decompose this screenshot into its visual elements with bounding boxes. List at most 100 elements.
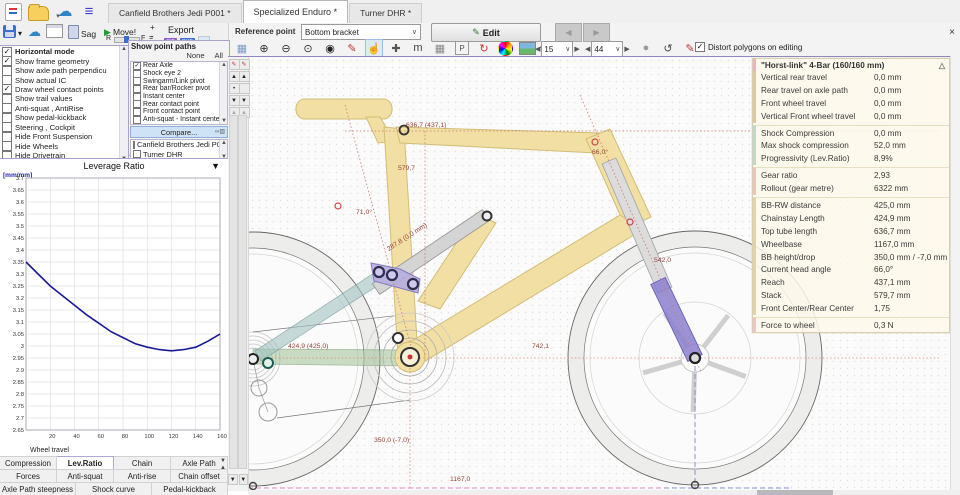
checkbox[interactable] <box>133 77 141 85</box>
next-button[interactable]: ▶ <box>583 23 610 42</box>
scroll-down-icon[interactable]: ▼ <box>228 474 238 485</box>
checkbox[interactable] <box>133 100 141 108</box>
display-option-hide-wheels[interactable]: Hide Wheels <box>0 141 128 150</box>
analysis-tab-pedal-kickback[interactable]: Pedal-kickback <box>152 482 228 495</box>
options-scrollbar[interactable]: ▲▼ <box>119 46 128 162</box>
travel-spinner[interactable]: ◀ 44∨ ▶ <box>585 41 630 57</box>
snapshot-icon[interactable]: ● <box>637 39 655 57</box>
nudge-center-icon[interactable] <box>239 83 250 94</box>
cloud-upload-icon[interactable]: ☁ <box>56 3 74 19</box>
checkbox[interactable] <box>133 108 141 116</box>
spin-right-icon[interactable]: ▶ <box>574 45 579 53</box>
display-option-show-actual-ic[interactable]: Show actual IC <box>0 75 128 84</box>
horizontal-scrollbar[interactable] <box>248 490 960 495</box>
point-path-rear-contact-point[interactable]: Rear contact point <box>131 100 227 108</box>
move-icon[interactable]: ✚ <box>387 39 405 57</box>
scroll-down-icon[interactable]: ▼ <box>239 474 249 485</box>
checkbox[interactable] <box>2 75 12 84</box>
analysis-tab-shock-curve[interactable]: Shock curve <box>76 482 152 495</box>
edit-point-icon[interactable]: ✎ <box>239 59 250 70</box>
tab-specialized-enduro[interactable]: Specialized Enduro * <box>243 0 349 23</box>
nudge-up-icon[interactable]: ▲ <box>239 71 250 82</box>
compare-button[interactable]: Compare... ∞▨ <box>130 126 228 138</box>
checkbox[interactable] <box>133 70 141 78</box>
new-file-icon[interactable] <box>5 3 22 21</box>
point-path-swingarm-link-pivot[interactable]: Swingarm/Link pivot <box>131 77 227 85</box>
checkbox[interactable]: ✓ <box>2 47 12 56</box>
checkbox[interactable]: ✓ <box>133 62 141 70</box>
scroll-up-icon[interactable]: ▲ <box>221 62 227 68</box>
none-button[interactable]: None <box>186 51 204 60</box>
analysis-tab-anti-rise[interactable]: Anti-rise <box>114 469 171 482</box>
refresh-icon[interactable]: ↻ <box>475 39 493 57</box>
checkbox[interactable] <box>2 66 12 75</box>
spin-left-icon[interactable]: ◀ <box>585 45 590 53</box>
nudge-down-icon[interactable]: ▼ <box>239 95 250 106</box>
point-path-front-contact-point[interactable]: Front contact point <box>131 108 227 116</box>
display-option-anti-squat-antirise[interactable]: Anti-squat , AntiRise <box>0 104 128 113</box>
checkbox[interactable] <box>2 113 12 122</box>
rotate-icon[interactable]: ↺ <box>659 39 677 57</box>
chainstay[interactable] <box>253 349 414 366</box>
save-icon[interactable] <box>3 25 16 38</box>
display-option-hide-front-suspension[interactable]: Hide Front Suspension <box>0 132 128 141</box>
scrollbar-thumb[interactable] <box>757 490 833 495</box>
open-folder-icon[interactable] <box>28 6 49 21</box>
save-dropdown-icon[interactable]: ▾ <box>18 29 22 38</box>
analysis-tab-forces[interactable]: Forces <box>0 469 57 482</box>
point-path-rear-axle[interactable]: ✓Rear Axle <box>131 62 227 70</box>
analysis-tab-axle-path-steepness[interactable]: Axle Path steepness <box>0 482 76 495</box>
checkbox[interactable]: ✓ <box>2 56 12 65</box>
linkage-canfield-brothers-jedi-p001[interactable]: Canfield Brothers Jedi P001 <box>131 140 227 150</box>
point-path-shock-eye-2[interactable]: Shock eye 2 <box>131 70 227 78</box>
analysis-tab-chain[interactable]: Chain <box>114 456 171 469</box>
display-option-show-pedal-kickback[interactable]: Show pedal-kickback <box>0 113 128 122</box>
small-grid-icon[interactable]: ▦ <box>431 39 449 57</box>
checkbox[interactable] <box>2 141 12 150</box>
distort-checkbox[interactable]: ✓ Distort polygons on editing <box>695 42 802 52</box>
cloud-upload-icon[interactable]: ☁ <box>28 24 41 40</box>
checkbox[interactable] <box>133 93 141 101</box>
flag-p-icon[interactable]: P <box>455 41 469 55</box>
scroll-down-icon[interactable]: ▼ <box>221 118 227 124</box>
spin-right-icon[interactable]: ▶ <box>624 45 629 53</box>
display-option-steering-cockpit[interactable]: Steering , Cockpit <box>0 123 128 132</box>
zoom-window-icon[interactable]: ◉ <box>321 39 339 57</box>
zoom-reset-icon[interactable]: ⊙ <box>299 39 317 57</box>
collapse-panel-icon[interactable]: △ <box>939 61 945 70</box>
checkbox[interactable] <box>133 141 135 149</box>
point-path-rear-bar-rocker-pivot[interactable]: Rear bar/Rocker pivot <box>131 85 227 93</box>
chart-dropdown-icon[interactable]: ▼ <box>211 161 220 171</box>
zoom-out-icon[interactable]: ⊖ <box>277 39 295 57</box>
pan-hand-icon[interactable]: ☝ <box>365 39 383 57</box>
prev-button[interactable]: ◀ <box>555 23 582 42</box>
tab-turner-dhr[interactable]: Turner DHR * <box>349 3 422 23</box>
checkbox[interactable]: ✓ <box>2 85 12 94</box>
tab-scroll-arrows[interactable]: ▼▲ <box>218 458 228 472</box>
checkbox[interactable] <box>2 104 12 113</box>
reference-point-select[interactable]: Bottom bracket∨ <box>301 24 421 40</box>
point-path-anti-squat-instant-center[interactable]: Anti-squat - Instant center <box>131 116 227 124</box>
close-icon[interactable]: × <box>949 27 955 38</box>
travel-slider-front[interactable] <box>238 115 247 469</box>
point-paths-scrollbar[interactable]: ▲▼ <box>219 62 227 124</box>
palette-icon[interactable] <box>498 41 513 56</box>
point-path-instant-center[interactable]: Instant center <box>131 93 227 101</box>
notes-icon[interactable] <box>68 25 79 39</box>
zoom-level-spinner[interactable]: ◀ 15∨ ▶ <box>535 41 580 57</box>
analysis-tab-compression[interactable]: Compression <box>0 456 57 469</box>
scroll-up-icon[interactable]: ▲ <box>221 140 227 146</box>
checkbox[interactable] <box>133 116 141 124</box>
display-option-draw-wheel-contact-points[interactable]: ✓Draw wheel contact points <box>0 85 128 94</box>
tab-canfield-brothers-jedi-p001[interactable]: Canfield Brothers Jedi P001 * <box>108 3 242 23</box>
menu-icon[interactable]: ≡ <box>80 3 98 19</box>
zoom-in-icon[interactable]: ⊕ <box>255 39 273 57</box>
analysis-tab-lev-ratio[interactable]: Lev.Ratio <box>57 456 114 469</box>
scroll-up-icon[interactable]: ▲ <box>121 46 127 52</box>
sag-label[interactable]: Sag <box>81 29 96 39</box>
all-button[interactable]: All <box>215 51 223 60</box>
measure-icon[interactable]: m <box>409 39 427 57</box>
display-option-horizontal-mode[interactable]: ✓Horizontal mode <box>0 47 128 56</box>
analysis-tab-anti-squat[interactable]: Anti-squat <box>57 469 114 482</box>
checkbox[interactable] <box>2 123 12 132</box>
